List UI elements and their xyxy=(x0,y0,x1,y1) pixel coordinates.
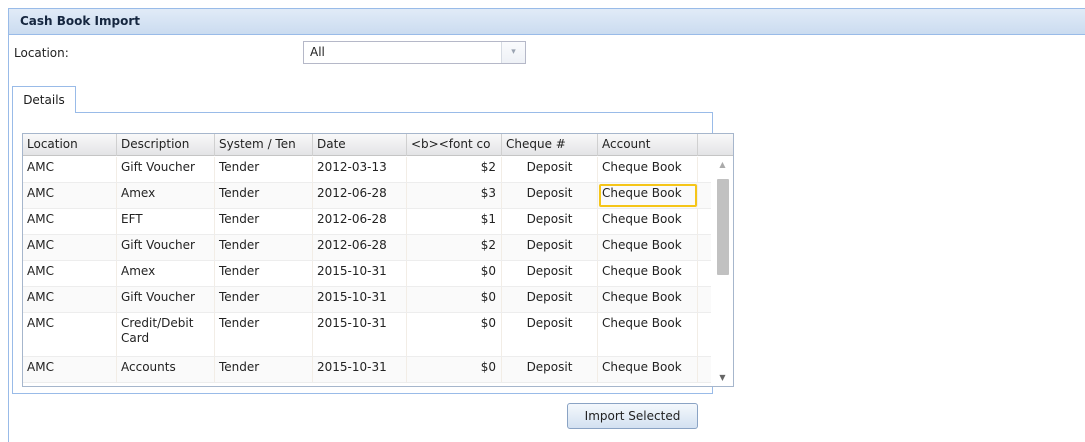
cell-amount: $3 xyxy=(407,183,502,208)
table-row[interactable]: AMC Amex Tender 2015-10-31 $0 Deposit Ch… xyxy=(23,261,711,287)
cell-description: Credit/Debit Card xyxy=(117,313,215,356)
cell-amount: $0 xyxy=(407,287,502,312)
scroll-thumb[interactable] xyxy=(717,179,729,275)
cell-account[interactable]: Cheque Book xyxy=(598,157,698,182)
cell-system-tender: Tender xyxy=(215,313,313,356)
cell-amount: $2 xyxy=(407,157,502,182)
cell-cheque-number: Deposit xyxy=(502,261,598,286)
cell-date: 2012-03-13 xyxy=(313,157,407,182)
grid-header: Location Description System / Ten Date <… xyxy=(23,134,733,156)
table-row[interactable]: AMC EFT Tender 2012-06-28 $1 Deposit Che… xyxy=(23,209,711,235)
column-header-amount[interactable]: <b><font co xyxy=(407,134,502,156)
cell-amount: $0 xyxy=(407,357,502,382)
cell-system-tender: Tender xyxy=(215,157,313,182)
column-header-description[interactable]: Description xyxy=(117,134,215,156)
column-header-date[interactable]: Date xyxy=(313,134,407,156)
cell-cheque-number: Deposit xyxy=(502,313,598,356)
table-row[interactable]: AMC Amex Tender 2012-06-28 $3 Deposit Ch… xyxy=(23,183,711,209)
cell-date: 2015-10-31 xyxy=(313,357,407,382)
table-row[interactable]: AMC Gift Voucher Tender 2012-06-28 $2 De… xyxy=(23,235,711,261)
import-selected-button[interactable]: Import Selected xyxy=(567,403,698,429)
chevron-down-icon[interactable]: ▾ xyxy=(501,42,525,63)
cell-cheque-number: Deposit xyxy=(502,235,598,260)
details-panel: Location Description System / Ten Date <… xyxy=(12,112,734,394)
cell-account-highlighted[interactable]: Cheque Book xyxy=(598,183,698,208)
column-header-account[interactable]: Account xyxy=(598,134,698,156)
location-select[interactable]: All ▾ xyxy=(303,41,526,64)
cell-description: Gift Voucher xyxy=(117,287,215,312)
cell-account[interactable]: Cheque Book xyxy=(598,235,698,260)
cell-description: Gift Voucher xyxy=(117,235,215,260)
cell-system-tender: Tender xyxy=(215,261,313,286)
cell-date: 2015-10-31 xyxy=(313,261,407,286)
scroll-up-arrow-icon[interactable]: ▲ xyxy=(712,157,733,173)
cell-date: 2012-06-28 xyxy=(313,235,407,260)
cell-location: AMC xyxy=(23,235,117,260)
grid-body: AMC Gift Voucher Tender 2012-03-13 $2 De… xyxy=(23,157,711,383)
cell-account[interactable]: Cheque Book xyxy=(598,357,698,382)
cell-account[interactable]: Cheque Book xyxy=(598,287,698,312)
cell-cheque-number: Deposit xyxy=(502,287,598,312)
cell-date: 2012-06-28 xyxy=(313,209,407,234)
cell-location: AMC xyxy=(23,183,117,208)
cell-system-tender: Tender xyxy=(215,209,313,234)
cell-cheque-number: Deposit xyxy=(502,183,598,208)
table-row[interactable]: AMC Gift Voucher Tender 2015-10-31 $0 De… xyxy=(23,287,711,313)
location-label: Location: xyxy=(14,46,69,60)
cell-account[interactable]: Cheque Book xyxy=(598,313,698,356)
column-header-spacer xyxy=(698,134,711,156)
cell-description: Amex xyxy=(117,261,215,286)
cell-description: Amex xyxy=(117,183,215,208)
cell-date: 2015-10-31 xyxy=(313,287,407,312)
cell-description: Gift Voucher xyxy=(117,157,215,182)
column-header-cheque-number[interactable]: Cheque # xyxy=(502,134,598,156)
cell-date: 2015-10-31 xyxy=(313,313,407,356)
cell-location: AMC xyxy=(23,313,117,356)
cash-book-grid: Location Description System / Ten Date <… xyxy=(22,133,734,387)
cell-location: AMC xyxy=(23,357,117,382)
cell-account[interactable]: Cheque Book xyxy=(598,209,698,234)
cell-amount: $0 xyxy=(407,261,502,286)
cell-system-tender: Tender xyxy=(215,287,313,312)
scroll-down-arrow-icon[interactable]: ▼ xyxy=(712,370,733,386)
table-row[interactable]: AMC Gift Voucher Tender 2012-03-13 $2 De… xyxy=(23,157,711,183)
cell-cheque-number: Deposit xyxy=(502,357,598,382)
cell-location: AMC xyxy=(23,261,117,286)
table-row[interactable]: AMC Credit/Debit Card Tender 2015-10-31 … xyxy=(23,313,711,357)
cell-system-tender: Tender xyxy=(215,235,313,260)
cell-description: EFT xyxy=(117,209,215,234)
grid-scrollbar[interactable]: ▲ ▼ xyxy=(712,157,733,386)
tab-details[interactable]: Details xyxy=(12,86,76,113)
cell-account[interactable]: Cheque Book xyxy=(598,261,698,286)
cell-location: AMC xyxy=(23,287,117,312)
cell-amount: $1 xyxy=(407,209,502,234)
cell-location: AMC xyxy=(23,209,117,234)
cell-location: AMC xyxy=(23,157,117,182)
cell-description: Accounts xyxy=(117,357,215,382)
cell-system-tender: Tender xyxy=(215,357,313,382)
cell-cheque-number: Deposit xyxy=(502,157,598,182)
location-select-value: All xyxy=(310,45,325,59)
column-header-system-tender[interactable]: System / Ten xyxy=(215,134,313,156)
cell-system-tender: Tender xyxy=(215,183,313,208)
cell-amount: $2 xyxy=(407,235,502,260)
column-header-location[interactable]: Location xyxy=(23,134,117,156)
cell-date: 2012-06-28 xyxy=(313,183,407,208)
window-title: Cash Book Import xyxy=(9,9,1085,35)
table-row[interactable]: AMC Accounts Tender 2015-10-31 $0 Deposi… xyxy=(23,357,711,383)
cell-cheque-number: Deposit xyxy=(502,209,598,234)
cell-amount: $0 xyxy=(407,313,502,356)
